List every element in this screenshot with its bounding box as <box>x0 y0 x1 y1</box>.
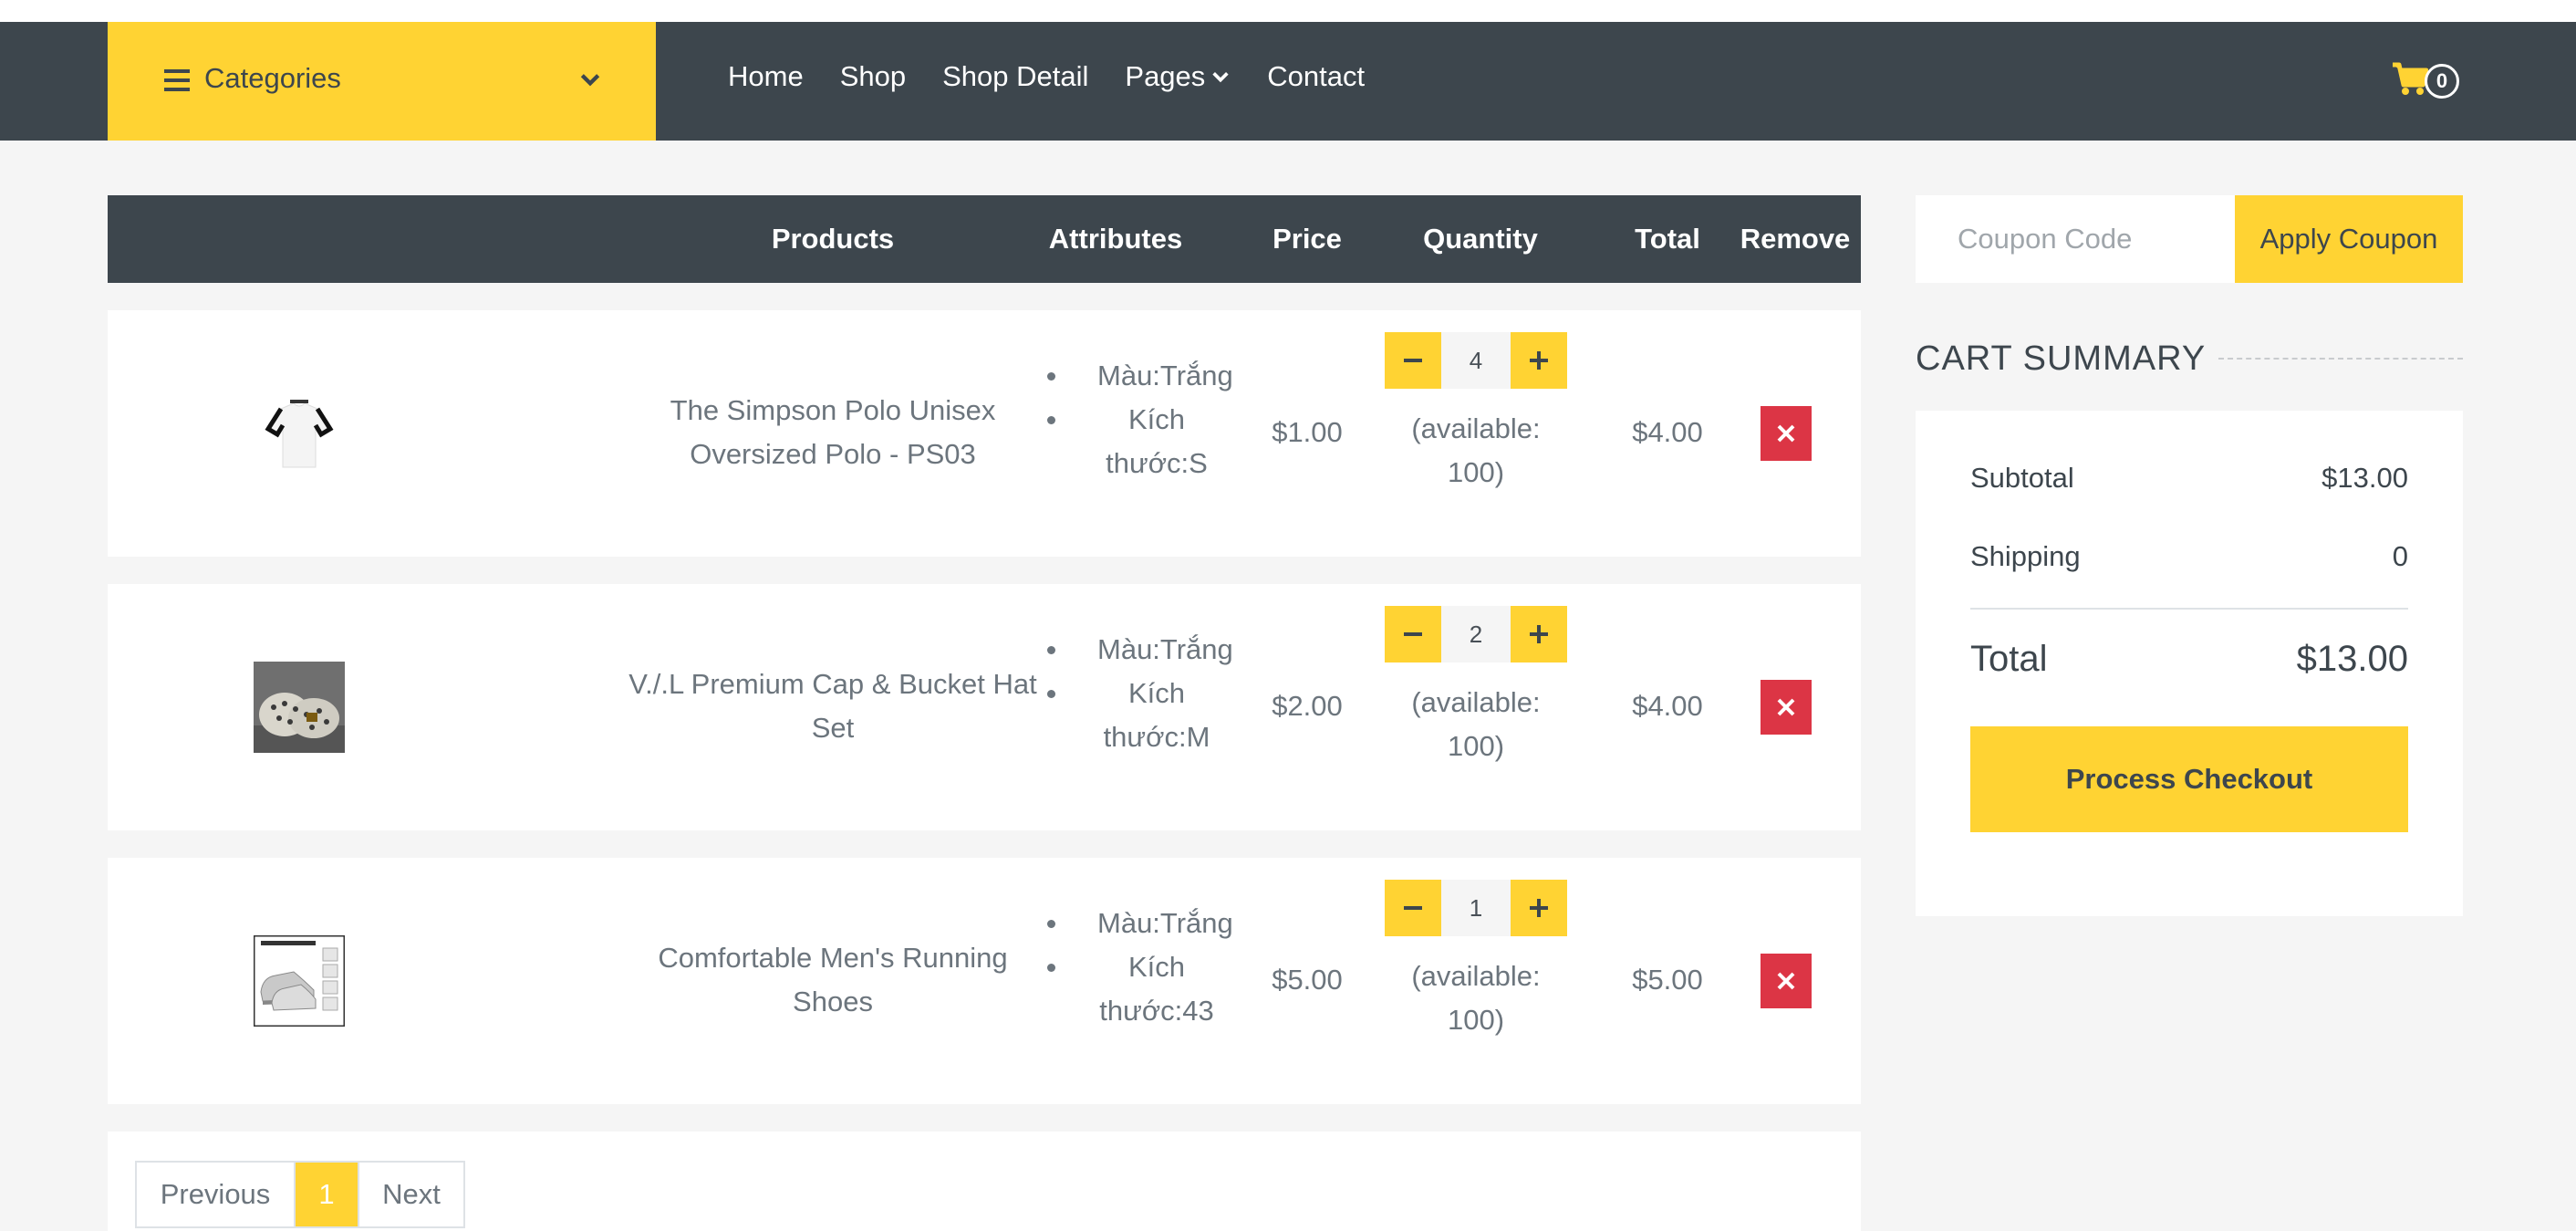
main-nav: Home Shop Shop Detail Pages Contact <box>728 60 1401 93</box>
row-total: $4.00 <box>1632 690 1703 722</box>
plus-icon <box>1530 625 1548 643</box>
decrease-qty-button[interactable] <box>1385 880 1441 936</box>
row-total: $4.00 <box>1632 416 1703 448</box>
availability-text: (available: 100) <box>1411 412 1541 488</box>
attr-size: Kích thước:M <box>1034 672 1216 759</box>
title-divider <box>2218 358 2463 360</box>
minus-icon <box>1404 632 1422 636</box>
nav-home-link[interactable]: Home <box>728 60 804 93</box>
process-checkout-button[interactable]: Process Checkout <box>1970 726 2408 832</box>
current-page-button[interactable]: 1 <box>296 1163 358 1226</box>
availability-text: (available: 100) <box>1411 960 1541 1036</box>
attr-size: Kích thước:S <box>1034 398 1216 485</box>
availability-text: (available: 100) <box>1411 686 1541 762</box>
categories-label: Categories <box>204 62 341 94</box>
plus-icon <box>1530 899 1548 917</box>
remove-item-button[interactable] <box>1761 406 1812 461</box>
subtotal-row: Subtotal $13.00 <box>1970 462 2408 495</box>
header-attributes: Attributes <box>1048 223 1183 255</box>
increase-qty-button[interactable] <box>1511 606 1567 662</box>
product-price: $1.00 <box>1272 416 1343 448</box>
product-price: $5.00 <box>1272 964 1343 996</box>
cart-count-badge: 0 <box>2425 64 2459 99</box>
shipping-value: 0 <box>2392 540 2408 572</box>
decrease-qty-button[interactable] <box>1385 332 1441 389</box>
nav-shop-link[interactable]: Shop <box>840 60 906 93</box>
polo-shirt-image <box>254 389 345 480</box>
shipping-row: Shipping 0 <box>1970 540 2408 573</box>
plus-icon <box>1530 351 1548 370</box>
increase-qty-button[interactable] <box>1511 332 1567 389</box>
cart-row: Comfortable Men's Running Shoes Màu:Trắn… <box>108 858 1861 1104</box>
total-label: Total <box>1970 639 2048 679</box>
hamburger-icon <box>164 69 190 91</box>
close-icon <box>1777 424 1795 443</box>
previous-page-button[interactable]: Previous <box>137 1163 296 1226</box>
remove-item-button[interactable] <box>1761 954 1812 1008</box>
header-remove: Remove <box>1740 223 1851 255</box>
quantity-input[interactable]: 1 <box>1441 880 1511 936</box>
row-total: $5.00 <box>1632 964 1703 996</box>
summary-divider <box>1970 608 2408 610</box>
increase-qty-button[interactable] <box>1511 880 1567 936</box>
total-row: Total $13.00 <box>1970 639 2408 680</box>
header-quantity: Quantity <box>1423 223 1538 255</box>
quantity-input[interactable]: 4 <box>1441 332 1511 389</box>
cap-hat-image <box>254 662 345 753</box>
header-products: Products <box>771 223 895 255</box>
categories-dropdown[interactable]: Categories <box>108 22 656 141</box>
nav-pages-dropdown[interactable]: Pages <box>1125 60 1231 93</box>
next-page-button[interactable]: Next <box>358 1163 463 1226</box>
total-value: $13.00 <box>2296 639 2408 679</box>
top-strip <box>0 0 2576 22</box>
header-price: Price <box>1272 223 1342 255</box>
decrease-qty-button[interactable] <box>1385 606 1441 662</box>
quantity-input[interactable]: 2 <box>1441 606 1511 662</box>
cart-table-header: Products Attributes Price Quantity Total… <box>108 195 1861 283</box>
subtotal-label: Subtotal <box>1970 462 2074 494</box>
subtotal-value: $13.00 <box>2322 462 2408 494</box>
attr-color: Màu:Trắng <box>1034 354 1233 398</box>
remove-item-button[interactable] <box>1761 680 1812 735</box>
coupon-code-input[interactable] <box>1916 195 2235 283</box>
shopping-cart-icon[interactable] <box>2392 62 2428 97</box>
shipping-label: Shipping <box>1970 540 2081 572</box>
cart-row: V./.L Premium Cap & Bucket Hat Set Màu:T… <box>108 584 1861 830</box>
minus-icon <box>1404 906 1422 910</box>
nav-shop-detail-link[interactable]: Shop Detail <box>942 60 1088 93</box>
product-price: $2.00 <box>1272 690 1343 722</box>
apply-coupon-button[interactable]: Apply Coupon <box>2235 195 2463 283</box>
attr-color: Màu:Trắng <box>1034 902 1233 945</box>
chevron-down-icon <box>1212 72 1229 83</box>
chevron-down-icon <box>580 74 600 87</box>
minus-icon <box>1404 359 1422 362</box>
cart-row: The Simpson Polo Unisex Oversized Polo -… <box>108 310 1861 557</box>
cart-summary-title: CART SUMMARY <box>1916 339 2207 378</box>
attr-color: Màu:Trắng <box>1034 628 1233 672</box>
header-total: Total <box>1635 223 1700 255</box>
close-icon <box>1777 698 1795 716</box>
nav-contact-link[interactable]: Contact <box>1267 60 1365 93</box>
attr-size: Kích thước:43 <box>1034 945 1216 1033</box>
cart-summary-card: Subtotal $13.00 Shipping 0 Total $13.00 … <box>1916 411 2463 916</box>
pagination: Previous 1 Next <box>135 1161 465 1228</box>
running-shoes-image <box>254 935 345 1027</box>
close-icon <box>1777 972 1795 990</box>
